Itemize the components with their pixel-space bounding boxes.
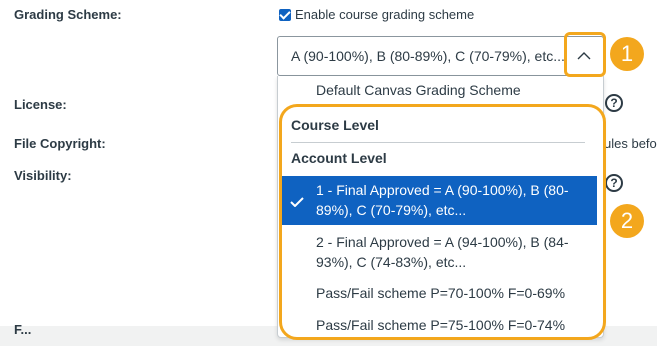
enable-grading-scheme-label: Enable course grading scheme bbox=[295, 7, 475, 22]
callout-highlight-2 bbox=[279, 104, 606, 340]
grading-scheme-label: Grading Scheme: bbox=[14, 7, 122, 22]
enable-grading-scheme-checkbox[interactable] bbox=[279, 8, 291, 21]
callout-badge-1: 1 bbox=[610, 37, 644, 71]
license-label: License: bbox=[14, 97, 67, 112]
visibility-help-icon[interactable]: ? bbox=[605, 174, 623, 192]
visibility-label: Visibility: bbox=[14, 168, 72, 183]
enable-grading-scheme-row[interactable]: Enable course grading scheme bbox=[279, 7, 474, 22]
grading-scheme-select[interactable]: A (90-100%), B (80-89%), C (70-79%), etc… bbox=[277, 36, 604, 76]
copyright-clipped-text: ules befor bbox=[604, 136, 657, 151]
license-help-icon[interactable]: ? bbox=[605, 94, 623, 112]
grading-scheme-selected-value: A (90-100%), B (80-89%), C (70-79%), etc… bbox=[291, 48, 565, 64]
callout-highlight-1 bbox=[564, 32, 606, 77]
dropdown-option-default[interactable]: Default Canvas Grading Scheme bbox=[316, 82, 521, 98]
bottom-field-label: F... bbox=[14, 322, 32, 337]
file-copyright-label: File Copyright: bbox=[14, 136, 106, 151]
callout-badge-2: 2 bbox=[610, 204, 644, 238]
